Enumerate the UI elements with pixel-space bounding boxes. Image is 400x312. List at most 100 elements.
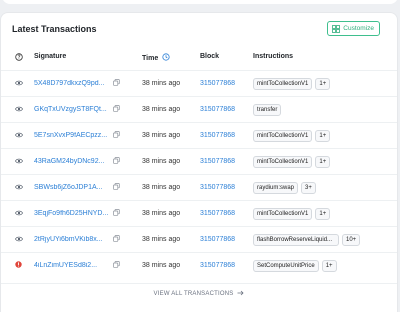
status-cell: [14, 201, 24, 226]
status-cell: [14, 175, 24, 200]
instructions-cell: transfer: [253, 97, 282, 122]
block-header-label: Block: [200, 53, 220, 60]
eye-icon: [14, 132, 24, 140]
signature-header-label: Signature: [34, 53, 67, 60]
block-link[interactable]: 315077868: [200, 149, 235, 174]
signature-link[interactable]: 43RaGM24byDNc92...: [34, 158, 110, 165]
view-all-transactions-link[interactable]: VIEW ALL TRANSACTIONS: [1, 283, 397, 304]
signature-link[interactable]: 3EqjFo9fh6D25HNYD...: [34, 210, 110, 217]
instructions-cell: mintToCollectionV1 1+: [253, 71, 331, 96]
instruction-tag[interactable]: SetComputeUnitPrice: [253, 259, 319, 272]
signature-link[interactable]: 4iLnZimUYESd8i2...: [34, 262, 110, 269]
instruction-tag[interactable]: mintToCollectionV1: [253, 129, 313, 142]
eye-icon: [14, 158, 24, 166]
copy-icon[interactable]: [113, 105, 120, 114]
time-cell: 38 mins ago: [142, 210, 181, 217]
table-header: ? Signature Time Block Instructions: [1, 50, 397, 66]
time-cell: 38 mins ago: [142, 184, 181, 191]
table-row[interactable]: 43RaGM24byDNc92... 38 mins ago 315077868…: [1, 148, 397, 174]
table-row[interactable]: 5X48D797dkxzQ9pd... 38 mins ago 31507786…: [1, 70, 397, 96]
copy-icon[interactable]: [113, 131, 120, 140]
instructions-header-label: Instructions: [253, 53, 294, 60]
time-cell: 38 mins ago: [142, 106, 181, 113]
status-cell: [15, 253, 22, 278]
grid-icon: [332, 24, 341, 33]
block-link[interactable]: 315077868: [200, 227, 235, 252]
signature-link[interactable]: 5X48D797dkxzQ9pd...: [34, 80, 110, 87]
block-link[interactable]: 315077868: [200, 71, 235, 96]
clock-icon[interactable]: [162, 53, 170, 63]
previous-card-edge: [0, 0, 400, 8]
block-link[interactable]: 315077868: [200, 175, 235, 200]
block-column-header: Block: [200, 53, 219, 60]
eye-icon: [14, 184, 24, 192]
card-title: Latest Transactions: [12, 24, 97, 34]
status-cell: [14, 123, 24, 148]
instructions-cell: mintToCollectionV1 1+: [253, 201, 331, 226]
copy-icon[interactable]: [113, 79, 120, 88]
table-row[interactable]: SBWsb6jZ6oJDP1A... 38 mins ago 315077868…: [1, 174, 397, 200]
status-cell: [14, 97, 24, 122]
more-instructions-badge[interactable]: 3+: [301, 181, 316, 194]
customize-label: Customize: [343, 25, 374, 32]
time-cell: 38 mins ago: [142, 262, 181, 269]
arrow-right-icon: [237, 290, 245, 298]
signature-cell: 2tRjyUYi6bmVKib8x...: [34, 227, 134, 252]
block-link[interactable]: 315077868: [200, 253, 235, 278]
copy-icon[interactable]: [113, 261, 120, 270]
block-link[interactable]: 315077868: [200, 97, 235, 122]
time-column-header[interactable]: Time: [142, 53, 170, 63]
instruction-tag[interactable]: mintToCollectionV1: [253, 155, 313, 168]
instructions-cell: mintToCollectionV1 1+: [253, 123, 331, 148]
instruction-tag[interactable]: flashBorrowReserveLiquid...: [253, 233, 339, 246]
signature-link[interactable]: 5E7snXvxP9fAECpzz...: [34, 132, 110, 139]
signature-cell: SBWsb6jZ6oJDP1A...: [34, 175, 134, 200]
eye-icon: [14, 80, 24, 88]
time-cell: 38 mins ago: [142, 80, 181, 87]
signature-cell: 5X48D797dkxzQ9pd...: [34, 71, 134, 96]
instructions-cell: raydium:swap 3+: [253, 175, 316, 200]
customize-button[interactable]: Customize: [327, 21, 380, 36]
transactions-table: 5X48D797dkxzQ9pd... 38 mins ago 31507786…: [1, 70, 397, 278]
instructions-column-header: Instructions: [253, 53, 293, 60]
latest-transactions-card: Latest Transactions Customize ? Signatur…: [0, 12, 398, 312]
copy-icon[interactable]: [113, 235, 120, 244]
instruction-tag[interactable]: raydium:swap: [253, 181, 299, 194]
eye-icon: [14, 210, 24, 218]
instructions-cell: SetComputeUnitPrice 1+: [253, 253, 337, 278]
copy-icon[interactable]: [113, 183, 120, 192]
more-instructions-badge[interactable]: 1+: [315, 155, 331, 168]
copy-icon[interactable]: [113, 157, 120, 166]
block-link[interactable]: 315077868: [200, 201, 235, 226]
table-row[interactable]: 5E7snXvxP9fAECpzz... 38 mins ago 3150778…: [1, 122, 397, 148]
time-header-label: Time: [142, 54, 159, 62]
instruction-tag[interactable]: mintToCollectionV1: [253, 77, 313, 90]
table-row[interactable]: 3EqjFo9fh6D25HNYD... 38 mins ago 3150778…: [1, 200, 397, 226]
table-row[interactable]: GKqTxUVzgyST8FQt... 38 mins ago 31507786…: [1, 96, 397, 122]
table-row[interactable]: 4iLnZimUYESd8i2... 38 mins ago 315077868…: [1, 252, 397, 278]
signature-cell: GKqTxUVzgyST8FQt...: [34, 97, 134, 122]
help-icon: ?: [15, 53, 23, 63]
instruction-tag[interactable]: transfer: [253, 103, 282, 116]
table-row[interactable]: 2tRjyUYi6bmVKib8x... 38 mins ago 3150778…: [1, 226, 397, 252]
card-header: Latest Transactions Customize: [1, 13, 397, 47]
error-icon: [15, 261, 22, 270]
status-cell: [14, 227, 24, 252]
svg-text:?: ?: [17, 55, 20, 61]
instructions-cell: flashBorrowReserveLiquid... 10+: [253, 227, 361, 252]
more-instructions-badge[interactable]: 1+: [315, 77, 331, 90]
more-instructions-badge[interactable]: 10+: [342, 233, 361, 246]
instruction-tag[interactable]: mintToCollectionV1: [253, 207, 313, 220]
signature-link[interactable]: SBWsb6jZ6oJDP1A...: [34, 184, 110, 191]
time-cell: 38 mins ago: [142, 158, 181, 165]
copy-icon[interactable]: [113, 209, 120, 218]
signature-link[interactable]: 2tRjyUYi6bmVKib8x...: [34, 236, 110, 243]
signature-link[interactable]: GKqTxUVzgyST8FQt...: [34, 106, 110, 113]
block-link[interactable]: 315077868: [200, 123, 235, 148]
more-instructions-badge[interactable]: 1+: [321, 259, 337, 272]
more-instructions-badge[interactable]: 1+: [315, 207, 331, 220]
time-cell: 38 mins ago: [142, 236, 181, 243]
status-column-header: ?: [15, 53, 23, 63]
more-instructions-badge[interactable]: 1+: [315, 129, 331, 142]
signature-cell: 3EqjFo9fh6D25HNYD...: [34, 201, 134, 226]
